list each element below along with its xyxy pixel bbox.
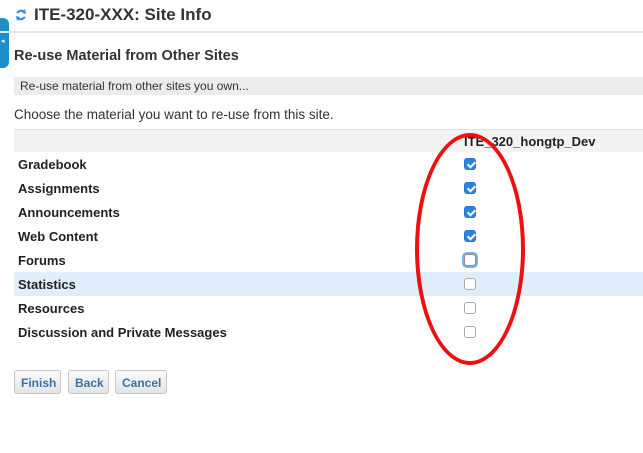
table-row: Resources bbox=[14, 296, 643, 320]
section-title: Re-use Material from Other Sites bbox=[14, 48, 239, 64]
refresh-icon bbox=[16, 9, 26, 21]
info-text: Re-use material from other sites you own… bbox=[20, 79, 249, 93]
table-row: Forums bbox=[14, 248, 643, 272]
assignments-checkbox[interactable] bbox=[464, 182, 476, 194]
title-bar: ITE-320-XXX: Site Info bbox=[0, 0, 643, 33]
table-header: ITE_320_hongtp_Dev bbox=[14, 129, 643, 152]
announcements-checkbox[interactable] bbox=[464, 206, 476, 218]
table-row: Gradebook bbox=[14, 152, 643, 176]
cancel-button[interactable]: Cancel bbox=[115, 370, 167, 394]
row-label-resources: Resources bbox=[18, 301, 85, 316]
row-label-forums: Forums bbox=[18, 253, 66, 268]
row-label-statistics: Statistics bbox=[18, 277, 76, 292]
resources-checkbox[interactable] bbox=[464, 302, 476, 314]
site-column-header: ITE_320_hongtp_Dev bbox=[464, 134, 596, 149]
page-title: ITE-320-XXX: Site Info bbox=[34, 5, 212, 24]
gradebook-checkbox[interactable] bbox=[464, 158, 476, 170]
instructions-text: Choose the material you want to re-use f… bbox=[14, 107, 334, 122]
finish-button[interactable]: Finish bbox=[14, 370, 61, 394]
forums-checkbox[interactable] bbox=[464, 254, 476, 266]
table-row: Assignments bbox=[14, 176, 643, 200]
table-row: Statistics bbox=[14, 272, 643, 296]
row-label-announcements: Announcements bbox=[18, 205, 120, 220]
table-row: Discussion and Private Messages bbox=[14, 320, 643, 344]
material-table: ITE_320_hongtp_Dev Gradebook Assignments… bbox=[14, 129, 643, 344]
statistics-checkbox[interactable] bbox=[464, 278, 476, 290]
table-row: Announcements bbox=[14, 200, 643, 224]
info-bar: Re-use material from other sites you own… bbox=[14, 77, 643, 95]
discussion-checkbox[interactable] bbox=[464, 326, 476, 338]
back-button[interactable]: Back bbox=[68, 370, 109, 394]
row-label-gradebook: Gradebook bbox=[18, 157, 87, 172]
collapse-left-icon: ◂ bbox=[1, 38, 5, 45]
row-label-web-content: Web Content bbox=[18, 229, 98, 244]
web-content-checkbox[interactable] bbox=[464, 230, 476, 242]
row-label-assignments: Assignments bbox=[18, 181, 100, 196]
table-row: Web Content bbox=[14, 224, 643, 248]
row-label-discussion: Discussion and Private Messages bbox=[18, 325, 227, 340]
